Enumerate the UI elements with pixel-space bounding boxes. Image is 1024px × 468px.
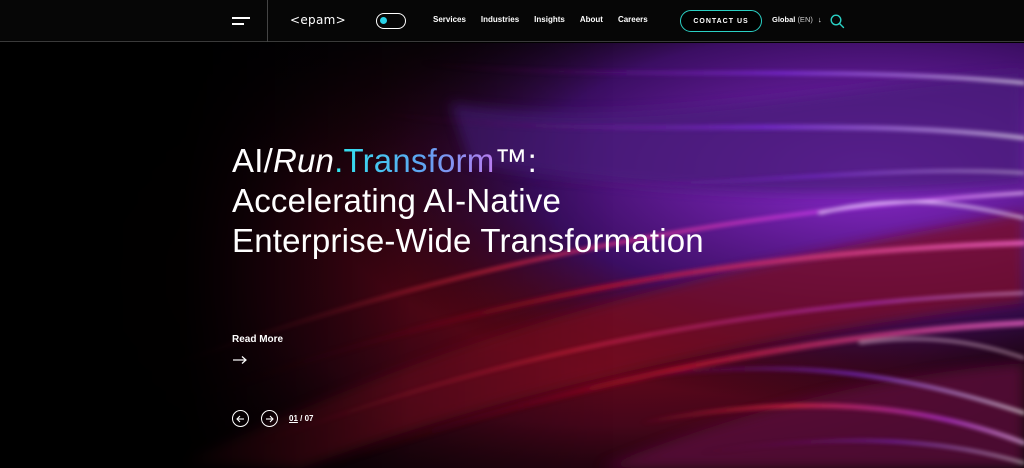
- nav-about[interactable]: About: [580, 15, 603, 24]
- slider-next-button[interactable]: [261, 410, 278, 427]
- epam-logo[interactable]: <epam>: [290, 13, 346, 27]
- arrow-right-icon[interactable]: [232, 355, 248, 365]
- headline-line-2: Accelerating AI-Native: [232, 182, 562, 219]
- slide-current: 01: [289, 414, 298, 423]
- nav-industries[interactable]: Industries: [481, 15, 519, 24]
- header-divider: [267, 0, 268, 42]
- contact-us-button[interactable]: CONTACT US: [680, 10, 762, 32]
- site-header: <epam> Services Industries Insights Abou…: [0, 0, 1024, 42]
- arrow-left-icon: [236, 415, 244, 422]
- hero-banner: AI/Run.Transform™: Accelerating AI-Nativ…: [0, 43, 1024, 468]
- arrow-right-icon: [266, 415, 274, 422]
- hero-headline: AI/Run.Transform™: Accelerating AI-Nativ…: [232, 141, 704, 261]
- headline-ai: AI/: [232, 142, 273, 179]
- slide-total: 07: [304, 414, 314, 423]
- nav-careers[interactable]: Careers: [618, 15, 648, 24]
- toggle-knob: [380, 17, 387, 24]
- read-more-link[interactable]: Read More: [232, 334, 283, 345]
- locale-region: Global: [772, 15, 796, 24]
- nav-services[interactable]: Services: [433, 15, 466, 24]
- headline-run: Run: [272, 142, 335, 179]
- hamburger-icon[interactable]: [232, 15, 250, 27]
- locale-language: (EN): [797, 15, 813, 24]
- slide-separator: /: [300, 414, 303, 423]
- search-icon[interactable]: [829, 13, 845, 29]
- locale-selector[interactable]: Global (EN) ↓: [772, 15, 822, 24]
- slider-prev-button[interactable]: [232, 410, 249, 427]
- arrow-down-icon: ↓: [817, 15, 822, 24]
- nav-insights[interactable]: Insights: [534, 15, 565, 24]
- headline-line-3: Enterprise-Wide Transformation: [232, 222, 704, 259]
- theme-toggle[interactable]: [376, 13, 406, 29]
- headline-trademark: ™:: [494, 142, 537, 179]
- headline-transform: .Transform: [334, 142, 495, 179]
- main-nav: Services Industries Insights About Caree…: [433, 15, 663, 24]
- slide-counter: 01 / 07: [289, 414, 314, 423]
